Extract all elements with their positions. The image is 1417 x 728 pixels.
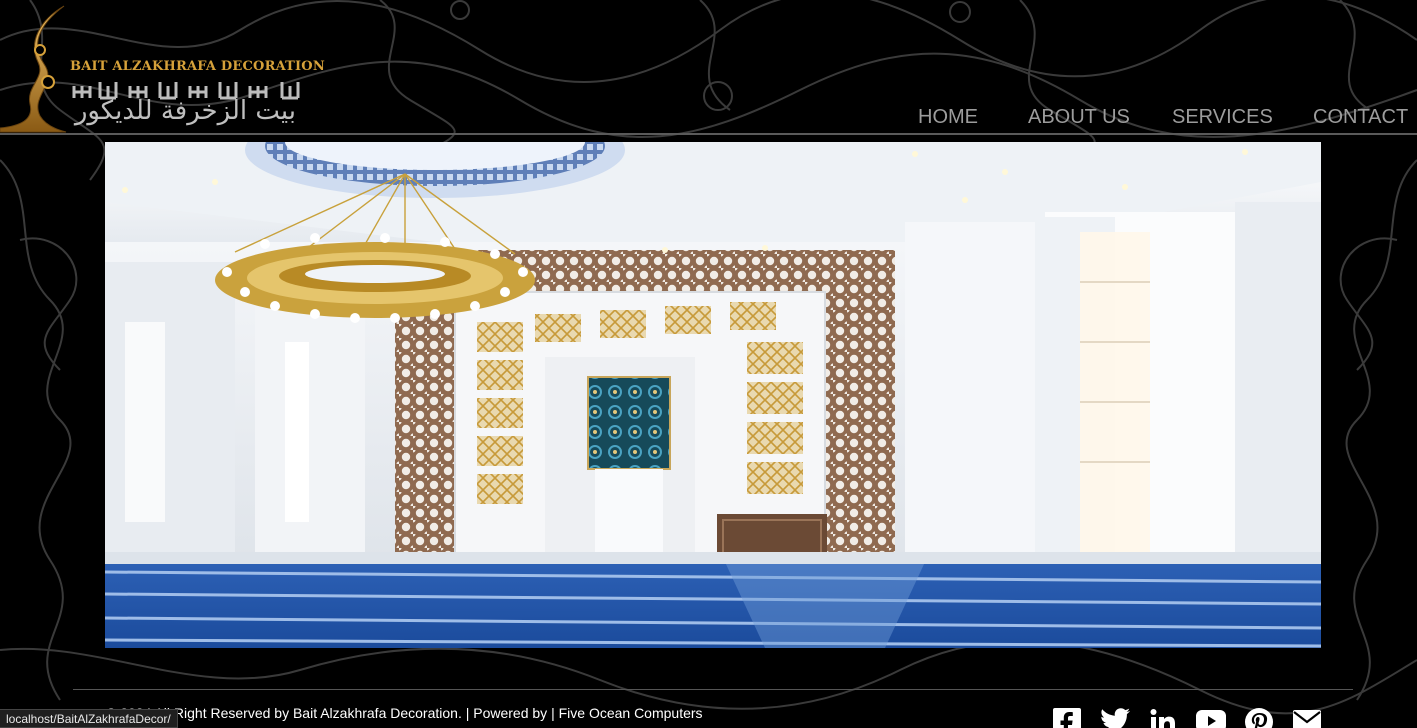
footer-divider [73, 689, 1353, 690]
logo-mark-icon [0, 5, 67, 133]
youtube-icon[interactable] [1194, 708, 1227, 728]
nav-services[interactable]: SERVICES [1172, 106, 1273, 129]
email-icon[interactable] [1290, 708, 1323, 728]
brand-arabic-logotype: بيت الزخرفة للديكور [70, 78, 302, 134]
nav-about-us[interactable]: ABOUT US [1028, 106, 1130, 129]
brand-name: BAIT ALZAKHRAFA DECORATION [70, 59, 325, 74]
nav-contact[interactable]: CONTACT [1313, 106, 1408, 129]
browser-status-url: localhost/BaitAlZakhrafaDecor/ [0, 709, 178, 728]
social-links [1050, 708, 1323, 728]
pinterest-icon[interactable] [1242, 708, 1275, 728]
nav-home[interactable]: HOME [918, 106, 978, 129]
footer-copyright: © 2024 All Right Reserved by Bait Alzakh… [106, 705, 703, 721]
linkedin-icon[interactable] [1146, 708, 1179, 728]
logo-link[interactable]: BAIT ALZAKHRAFA DECORATION بيت الزخرفة ل… [0, 4, 325, 136]
brand-arabic-name: بيت الزخرفة للديكور [74, 96, 297, 126]
header-divider [0, 133, 1417, 135]
facebook-icon[interactable] [1050, 708, 1083, 728]
hero-image [105, 142, 1321, 648]
site-header: BAIT ALZAKHRAFA DECORATION بيت الزخرفة ل… [0, 0, 1417, 135]
mosque-interior-illustration [105, 142, 1321, 648]
twitter-icon[interactable] [1098, 708, 1131, 728]
